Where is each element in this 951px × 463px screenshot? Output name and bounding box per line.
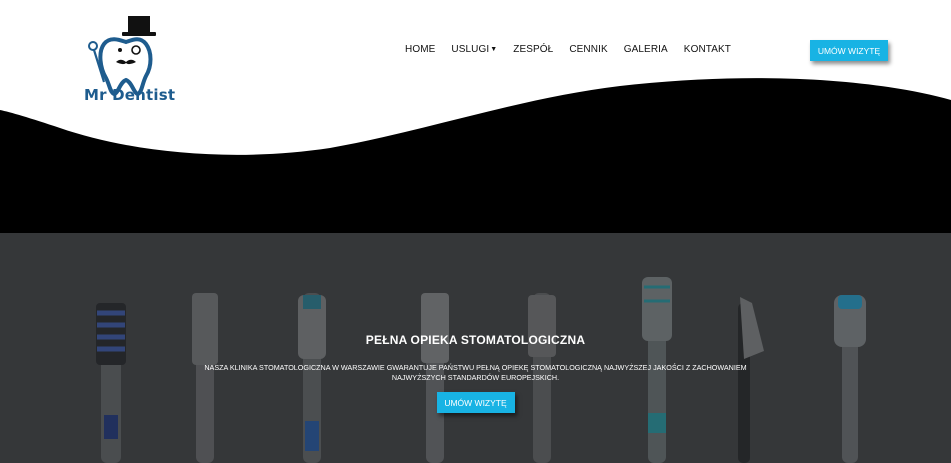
header-book-visit-button[interactable]: UMÓW WIZYTĘ [810,40,888,61]
nav-item-zespol[interactable]: ZESPÓŁ [513,44,553,55]
hero-section: PEŁNA OPIEKA STOMATOLOGICZNA NASZA KLINI… [0,233,951,463]
nav-item-home[interactable]: HOME [405,44,435,55]
hero-book-visit-button[interactable]: UMÓW WIZYTĘ [436,392,515,413]
caret-down-icon: ▼ [490,46,498,53]
nav-item-label: HOME [405,44,436,55]
nav-item-kontakt[interactable]: KONTAKT [684,44,731,55]
hero-title: PEŁNA OPIEKA STOMATOLOGICZNA [365,333,586,347]
nav-item-label: KONTAKT [683,44,731,55]
brand-name: Mr Dentist [84,86,176,104]
nav-item-label: USLUGI [451,44,490,55]
hero-description: NASZA KLINIKA STOMATOLOGICZNA W WARSZAWI… [204,363,747,382]
nav-item-uslugi[interactable]: USLUGI ▼ [451,44,497,55]
nav-item-label: ZESPÓŁ [513,44,554,55]
nav-item-label: GALERIA [623,44,668,55]
hero-content: PEŁNA OPIEKA STOMATOLOGICZNA NASZA KLINI… [0,333,951,413]
nav-item-cennik[interactable]: CENNIK [569,44,607,55]
nav-item-galeria[interactable]: GALERIA [624,44,668,55]
main-nav: HOME USLUGI ▼ ZESPÓŁ CENNIK GALERIA KONTA… [405,44,747,55]
nav-item-label: CENNIK [569,44,608,55]
